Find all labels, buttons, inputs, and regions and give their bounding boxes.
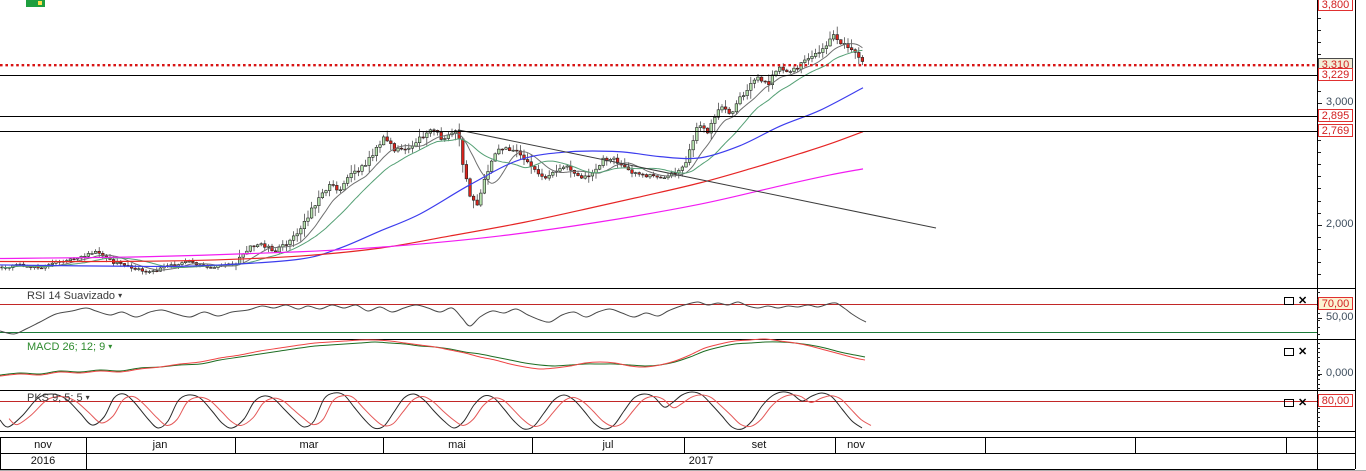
- year-label: 2017: [688, 455, 714, 467]
- indicator-level-label: 80,00: [1318, 394, 1353, 407]
- pks-indicator-name: PKS 9; 5; 5: [27, 392, 83, 404]
- close-pane-icon[interactable]: ✕: [1298, 346, 1307, 357]
- close-pane-icon[interactable]: ✕: [1298, 397, 1307, 408]
- month-label: nov: [34, 439, 52, 451]
- axis-tick-label: 3,000: [1326, 96, 1354, 108]
- rsi-pane-buttons: ✕: [1284, 292, 1316, 306]
- rsi-indicator-label[interactable]: RSI 14 Suavizado ▾: [27, 291, 122, 302]
- app-icon[interactable]: [26, 0, 45, 7]
- month-label: jul: [602, 439, 614, 451]
- year-label: 2016: [30, 455, 56, 467]
- price-level-label: 2,769: [1318, 124, 1353, 137]
- indicator-tick-label: 0,000: [1326, 367, 1354, 379]
- trading-chart-window: RSI 14 Suavizado ▾ MACD 26; 12; 9 ▾ PKS 9;…: [0, 0, 1366, 471]
- month-label: nov: [847, 439, 865, 451]
- price-level-label: 2,895: [1318, 109, 1353, 122]
- month-label: mar: [299, 439, 319, 451]
- macd-indicator-label[interactable]: MACD 26; 12; 9 ▾: [27, 342, 112, 353]
- dropdown-arrow-icon: ▾: [118, 291, 123, 300]
- month-label: mai: [448, 439, 466, 451]
- pks-pane-buttons: ✕: [1284, 394, 1316, 408]
- rsi-indicator-name: RSI 14 Suavizado: [27, 290, 116, 302]
- macd-indicator-name: MACD 26; 12; 9: [27, 341, 106, 353]
- month-label: jan: [152, 439, 168, 451]
- maximize-pane-button[interactable]: [1284, 398, 1294, 407]
- maximize-pane-button[interactable]: [1284, 347, 1294, 356]
- month-label: set: [751, 439, 767, 451]
- macd-pane-buttons: ✕: [1284, 343, 1316, 357]
- chart-canvas[interactable]: [0, 0, 1366, 471]
- price-level-label: 3,800: [1318, 0, 1353, 11]
- price-level-label: 3,229: [1318, 68, 1353, 81]
- indicator-level-label: 70,00: [1318, 297, 1353, 310]
- axis-tick-label: 2,000: [1326, 218, 1354, 230]
- close-pane-icon[interactable]: ✕: [1298, 295, 1307, 306]
- dropdown-arrow-icon: ▾: [85, 393, 90, 402]
- app-icon-dot: [38, 1, 42, 5]
- maximize-pane-button[interactable]: [1284, 296, 1294, 305]
- indicator-tick-label: 50,00: [1326, 311, 1354, 323]
- dropdown-arrow-icon: ▾: [108, 342, 113, 351]
- pks-indicator-label[interactable]: PKS 9; 5; 5 ▾: [27, 393, 90, 404]
